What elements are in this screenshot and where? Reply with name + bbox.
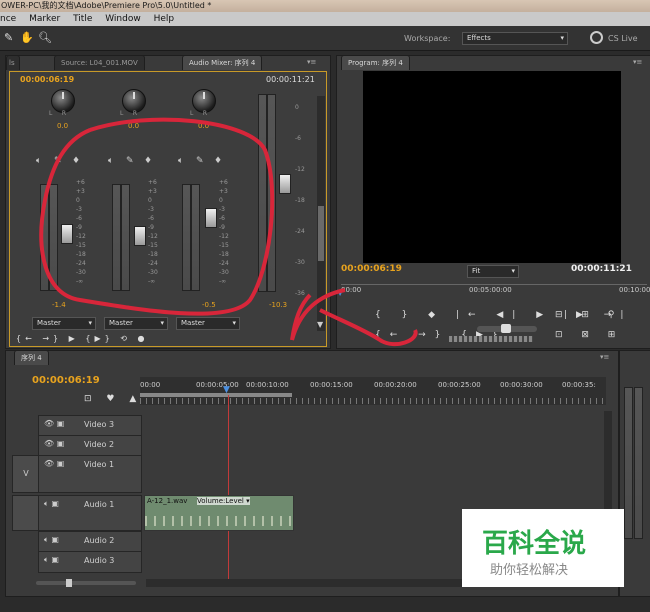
watermark-subtitle: 助你轻松解决 <box>490 563 569 578</box>
watermark-box: 百科全说 助你轻松解决 <box>462 509 624 587</box>
annotation-arrow <box>290 288 418 347</box>
watermark-title: 百科全说 <box>482 529 587 559</box>
annotation-circle <box>39 117 275 316</box>
